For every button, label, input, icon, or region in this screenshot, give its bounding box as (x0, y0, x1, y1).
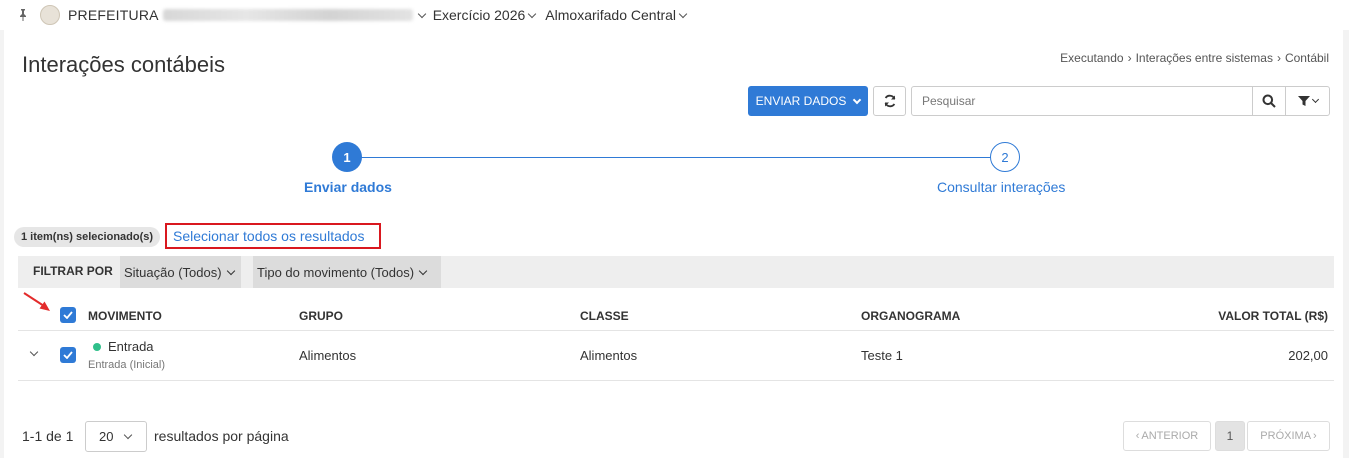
movement-type-filter-dropdown[interactable]: Tipo do movimento (Todos) (253, 256, 441, 288)
chevron-down-icon (853, 95, 862, 104)
current-page-button[interactable]: 1 (1215, 421, 1245, 451)
breadcrumb-item-interacoes[interactable]: Interações entre sistemas (1136, 51, 1273, 65)
select-all-checkbox[interactable] (60, 307, 76, 323)
column-header-organograma[interactable]: ORGANOGRAMA (861, 309, 960, 323)
search-icon (1262, 94, 1276, 108)
step-2-circle[interactable]: 2 (990, 142, 1020, 172)
pin-icon[interactable] (16, 8, 30, 22)
next-page-button[interactable]: PRÓXIMA › (1247, 421, 1330, 451)
page-title: Interações contábeis (22, 52, 226, 77)
column-header-valor-total[interactable]: VALOR TOTAL (R$) (1218, 309, 1328, 323)
cell-classe: Alimentos (580, 348, 638, 363)
cell-organograma: Teste 1 (861, 348, 903, 363)
top-bar: PREFEITURA Exercício 2026 Almoxarifado C… (0, 0, 1349, 30)
filter-bar: FILTRAR POR Situação (Todos) Tipo do mov… (18, 256, 1334, 288)
previous-page-label: ANTERIOR (1141, 430, 1199, 442)
refresh-button[interactable] (873, 86, 906, 116)
breadcrumb-separator-icon: › (1276, 51, 1281, 65)
breadcrumb-item-contabil: Contábil (1284, 51, 1329, 65)
status-dot-icon (93, 343, 101, 351)
movement-type-filter-label: Tipo do movimento (Todos) (257, 264, 415, 280)
send-data-label: ENVIAR DADOS (755, 94, 847, 108)
exercise-selector[interactable]: Exercício 2026 (433, 7, 526, 23)
filter-by-label: FILTRAR POR (33, 264, 113, 278)
chevron-down-icon[interactable] (417, 9, 426, 18)
step-1-circle[interactable]: 1 (332, 142, 362, 172)
column-header-classe[interactable]: CLASSE (580, 309, 629, 323)
left-margin (0, 30, 4, 458)
annotation-arrow-icon (23, 292, 50, 311)
right-margin (1343, 30, 1349, 458)
cell-valor-total: 202,00 (1288, 348, 1328, 363)
city-seal-icon (40, 5, 60, 25)
chevron-down-icon[interactable] (528, 9, 537, 18)
stepper-line (361, 157, 991, 158)
status-filter-dropdown[interactable]: Situação (Todos) (120, 256, 241, 288)
per-page-label: resultados por página (154, 428, 289, 444)
breadcrumb-separator-icon: › (1127, 51, 1132, 65)
step-1-label[interactable]: Enviar dados (304, 179, 392, 195)
step-2-label[interactable]: Consultar interações (937, 179, 1065, 195)
table-header-divider (18, 330, 1334, 331)
chevron-right-icon: › (1313, 430, 1317, 442)
per-page-select[interactable]: 20 (85, 421, 147, 452)
chevron-down-icon (418, 266, 428, 275)
chevron-down-icon (226, 266, 235, 275)
expand-row-chevron-icon[interactable] (29, 347, 39, 357)
filter-button[interactable] (1285, 86, 1330, 116)
warehouse-selector[interactable]: Almoxarifado Central (545, 7, 676, 23)
selected-count-badge: 1 item(ns) selecionado(s) (14, 227, 161, 247)
column-header-grupo[interactable]: GRUPO (299, 309, 343, 323)
next-page-label: PRÓXIMA (1260, 430, 1312, 442)
status-filter-label: Situação (Todos) (124, 264, 222, 280)
column-header-movimento[interactable]: MOVIMENTO (88, 309, 162, 323)
pagination-info: 1-1 de 1 (22, 428, 74, 444)
cell-movimento-sub: Entrada (Inicial) (88, 359, 166, 371)
select-all-results-label: Selecionar todos os resultados (173, 228, 365, 244)
select-all-results-link[interactable]: Selecionar todos os resultados (165, 223, 381, 249)
search-input[interactable] (911, 86, 1253, 116)
search-button[interactable] (1252, 86, 1286, 116)
cell-grupo: Alimentos (299, 348, 357, 363)
org-name[interactable]: PREFEITURA (68, 7, 159, 23)
cell-movimento: Entrada (108, 339, 154, 354)
breadcrumb: Executando › Interações entre sistemas ›… (1060, 51, 1329, 65)
checkmark-icon (63, 351, 73, 359)
filter-icon (1297, 96, 1310, 106)
send-data-button[interactable]: ENVIAR DADOS (748, 86, 868, 116)
chevron-left-icon: ‹ (1135, 430, 1140, 442)
chevron-down-icon[interactable] (678, 9, 688, 18)
checkmark-icon (63, 311, 73, 319)
refresh-icon (884, 94, 895, 108)
per-page-value: 20 (99, 429, 114, 444)
previous-page-button[interactable]: ‹ ANTERIOR (1123, 421, 1211, 451)
table-row-divider (18, 380, 1334, 381)
org-name-redacted (162, 9, 413, 21)
chevron-down-icon (1311, 95, 1319, 104)
row-checkbox[interactable] (60, 347, 76, 363)
chevron-down-icon (124, 430, 133, 440)
breadcrumb-item-executando[interactable]: Executando (1060, 51, 1123, 65)
